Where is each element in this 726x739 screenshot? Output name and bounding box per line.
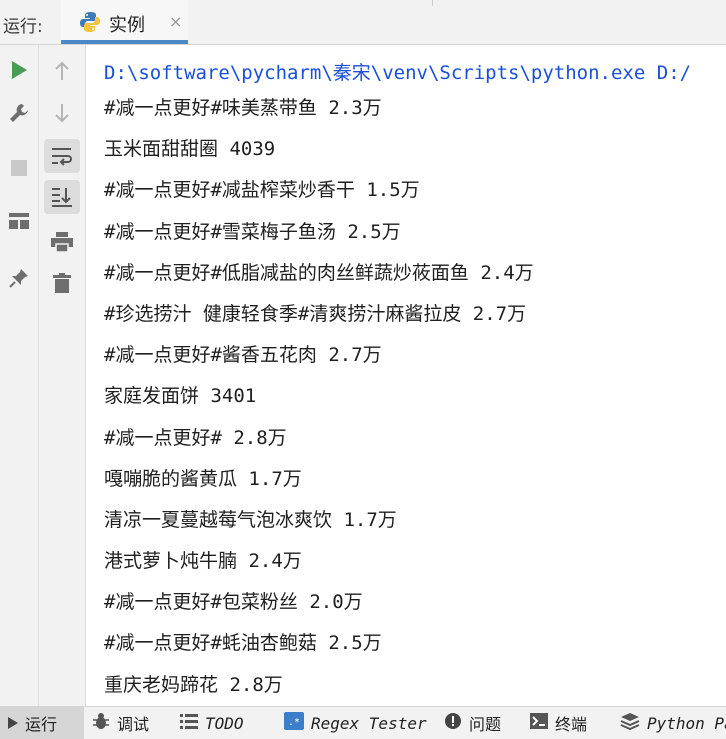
console-line: 清凉一夏蔓越莓气泡冰爽饮 1.7万 xyxy=(104,508,397,531)
tab-todo-label: TODO xyxy=(205,713,244,733)
tab-debug[interactable]: 调试 xyxy=(92,707,149,739)
layout-icon xyxy=(9,213,29,229)
console-line: #珍选捞汁 健康轻食季#清爽捞汁麻酱拉皮 2.7万 xyxy=(104,302,527,325)
clear-console-button[interactable] xyxy=(49,270,75,296)
stop-icon xyxy=(11,160,27,176)
tab-debug-label: 调试 xyxy=(117,715,150,734)
tab-regex-tester[interactable]: .* Regex Tester xyxy=(284,707,427,739)
run-toolwindow-header: 运行: 实例 × xyxy=(0,0,726,45)
tool-window-bar: 运行 调试 TODO .* Regex Tester 问题 终端 Python … xyxy=(0,706,726,739)
tab-run[interactable]: 运行 xyxy=(0,707,84,739)
scroll-up-button[interactable] xyxy=(49,58,75,84)
arrow-down-icon xyxy=(54,103,70,123)
console-line: #减一点更好#包菜粉丝 2.0万 xyxy=(104,591,363,614)
console-line: #减一点更好# 2.8万 xyxy=(104,426,287,449)
pin-icon xyxy=(9,268,29,288)
tab-problems-label: 问题 xyxy=(469,715,502,734)
tab-python-packages-label: Python Pa xyxy=(647,713,726,733)
soft-wrap-button[interactable] xyxy=(44,139,80,173)
edit-config-button[interactable] xyxy=(6,100,32,126)
tab-todo[interactable]: TODO xyxy=(180,707,244,739)
console-toolbar xyxy=(39,45,86,706)
tab-regex-label: Regex Tester xyxy=(311,713,427,733)
rerun-button[interactable] xyxy=(6,57,32,83)
active-tab-indicator xyxy=(61,40,188,44)
interpreter-command: D:\software\pycharm\秦宋\venv\Scripts\pyth… xyxy=(104,62,692,84)
play-icon xyxy=(10,60,28,80)
scroll-down-button[interactable] xyxy=(49,100,75,126)
console-line: #减一点更好#雪菜梅子鱼汤 2.5万 xyxy=(104,220,401,243)
console-output[interactable]: D:\software\pycharm\秦宋\venv\Scripts\pyth… xyxy=(86,45,726,706)
wrench-icon xyxy=(9,103,29,123)
tab-label: 实例 xyxy=(109,15,145,36)
console-line: #减一点更好#味美蒸带鱼 2.3万 xyxy=(104,97,382,119)
print-button[interactable] xyxy=(49,229,75,255)
console-line: #减一点更好#酱香五花肉 2.7万 xyxy=(104,344,382,367)
terminal-icon xyxy=(530,713,555,733)
pin-button[interactable] xyxy=(6,265,32,291)
scroll-to-end-button[interactable] xyxy=(44,180,80,214)
tab-run-label: 运行 xyxy=(25,715,58,734)
scroll-to-end-icon xyxy=(51,186,73,208)
close-icon[interactable]: × xyxy=(169,12,182,31)
python-icon xyxy=(79,11,101,33)
tab-python-packages[interactable]: Python Pa xyxy=(620,707,726,739)
tab-terminal-label: 终端 xyxy=(555,715,588,734)
console-lines: #减一点更好#味美蒸带鱼 2.3万 玉米面甜甜圈 4039 #减一点更好#减盐榨… xyxy=(104,94,534,706)
header-divider xyxy=(432,0,433,6)
console-line: 家庭发面饼 3401 xyxy=(104,385,257,408)
bug-icon xyxy=(92,712,117,734)
tab-problems[interactable]: 问题 xyxy=(444,707,501,739)
console-line: #减一点更好#减盐榨菜炒香干 1.5万 xyxy=(104,179,420,202)
arrow-up-icon xyxy=(54,61,70,81)
run-title: 运行: xyxy=(3,17,43,37)
console-line: 玉米面甜甜圈 4039 xyxy=(104,138,276,161)
printer-icon xyxy=(51,232,73,252)
list-icon xyxy=(180,713,205,733)
console-line: 重庆老妈蹄花 2.8万 xyxy=(104,673,283,696)
warning-circle-icon xyxy=(444,712,469,734)
layout-button[interactable] xyxy=(4,208,34,234)
tab-terminal[interactable]: 终端 xyxy=(530,707,587,739)
tab-run-config[interactable]: 实例 × xyxy=(61,0,188,44)
stop-button[interactable] xyxy=(6,155,32,181)
layers-icon xyxy=(620,712,647,734)
trash-icon xyxy=(53,273,71,293)
play-icon xyxy=(8,714,25,733)
svg-text:.*: .* xyxy=(288,717,300,728)
console-line: #减一点更好#蚝油杏鲍菇 2.5万 xyxy=(104,632,382,655)
soft-wrap-icon xyxy=(51,146,73,166)
console-line: 嘎嘣脆的酱黄瓜 1.7万 xyxy=(104,467,302,490)
regex-icon: .* xyxy=(284,712,311,734)
console-line: 港式萝卜炖牛腩 2.4万 xyxy=(104,550,302,573)
console-line: #减一点更好#低脂减盐的肉丝鲜蔬炒莜面鱼 2.4万 xyxy=(104,261,534,284)
run-toolbar xyxy=(0,45,39,706)
